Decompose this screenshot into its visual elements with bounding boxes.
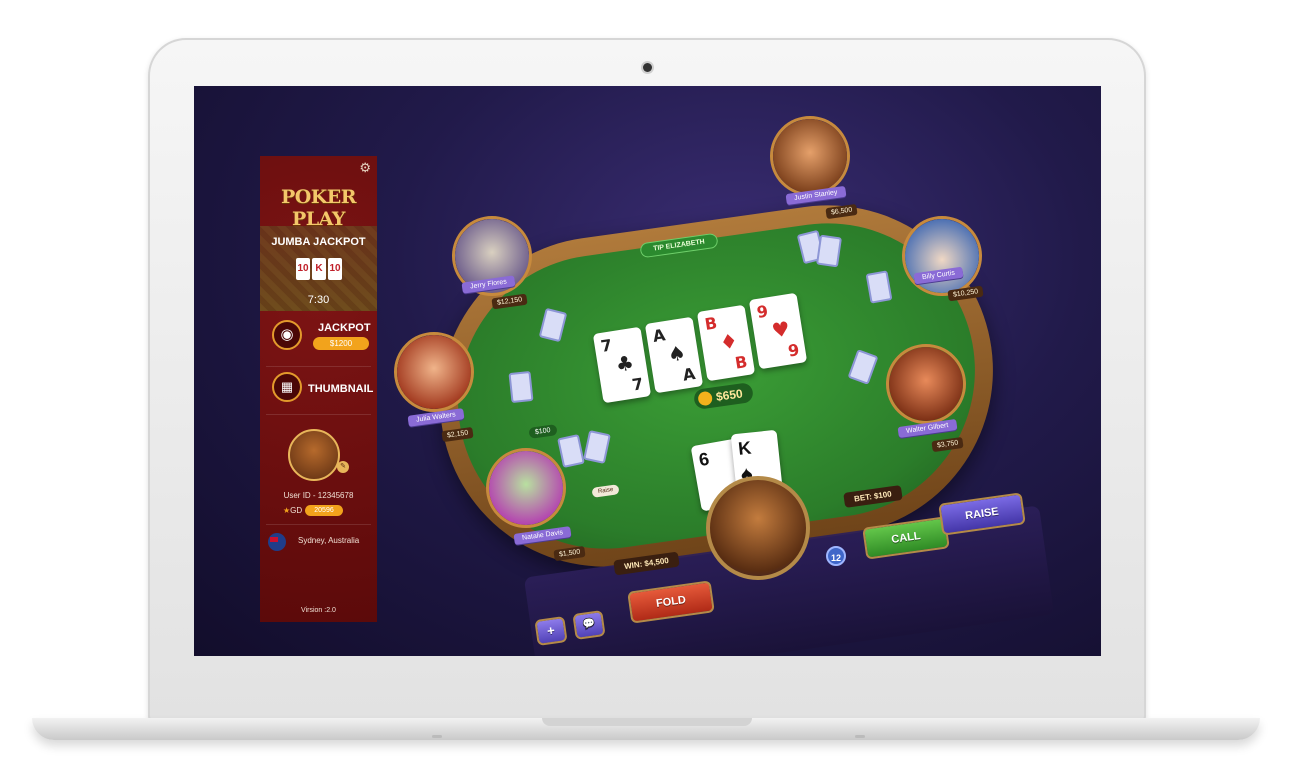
jackpot-label: JACKPOT xyxy=(318,322,371,334)
card-rank: 7 xyxy=(630,374,645,395)
card-rank: A xyxy=(651,325,667,346)
bearded-man-avatar xyxy=(773,119,847,193)
gd-label-text: GD xyxy=(290,506,303,515)
avatar-natalie[interactable] xyxy=(486,448,566,528)
diamond-icon: ♦ xyxy=(718,328,740,355)
gear-icon[interactable]: ⚙ xyxy=(359,160,371,176)
grid-icon[interactable]: ▦ xyxy=(272,372,302,402)
level-badge: 12 xyxy=(826,546,846,566)
avatar-justin[interactable] xyxy=(770,116,850,196)
avatar[interactable] xyxy=(288,429,340,481)
user-id: User ID - 12345678 xyxy=(283,491,354,500)
laptop-foot-right xyxy=(855,735,865,738)
divider xyxy=(266,366,371,367)
heart-icon: ♥ xyxy=(770,316,792,343)
card-rank: K xyxy=(737,437,753,459)
australia-flag-icon xyxy=(268,533,286,551)
club-icon: ♣ xyxy=(614,350,636,377)
gd-label: ★GD xyxy=(283,506,302,515)
gd-value: 20596 xyxy=(305,505,343,516)
avatar-walter[interactable] xyxy=(886,344,966,424)
hero-avatar[interactable] xyxy=(706,476,810,580)
laptop-notch xyxy=(542,718,752,726)
jumba-jackpot-title: JUMBA JACKPOT xyxy=(271,236,366,248)
avatar-edit-icon[interactable]: ✎ xyxy=(337,461,349,473)
chat-button[interactable]: 💬 xyxy=(572,610,606,640)
divider xyxy=(266,414,371,415)
jackpot-value: $1200 xyxy=(313,337,369,350)
poker-chip-icon[interactable]: ◉ xyxy=(272,320,302,350)
card-back xyxy=(508,370,534,404)
card-rank: A xyxy=(681,364,697,385)
avatar-julia[interactable] xyxy=(394,332,474,412)
card-back xyxy=(816,234,842,268)
jumba-card: 10 xyxy=(328,258,342,280)
webcam-icon xyxy=(643,63,652,72)
dwarf-avatar xyxy=(889,347,963,421)
add-chips-button[interactable]: + xyxy=(534,616,568,646)
sidebar: ⚙ POKER PLAY JUMBA JACKPOT 10 K 10 7:30 ◉ … xyxy=(260,156,377,622)
jumba-card: K xyxy=(312,258,326,280)
thumbnail-label[interactable]: THUMBNAIL xyxy=(308,383,373,395)
redhead-woman-avatar xyxy=(397,335,471,409)
jumba-jackpot-panel[interactable]: JUMBA JACKPOT 10 K 10 7:30 xyxy=(260,226,377,311)
card-rank: B xyxy=(733,352,749,373)
card-rank: 7 xyxy=(599,335,614,356)
laptop-foot-left xyxy=(432,735,442,738)
divider xyxy=(266,524,371,525)
jumba-cards: 10 K 10 xyxy=(296,258,344,280)
card-rank: 9 xyxy=(786,340,801,361)
version-text: Virsion :2.0 xyxy=(301,607,336,614)
elf-woman-avatar xyxy=(489,451,563,525)
jumba-card: 10 xyxy=(296,258,310,280)
card-rank: 6 xyxy=(697,448,711,471)
avatar-billy[interactable] xyxy=(902,216,982,296)
app-logo: POKER PLAY xyxy=(280,186,357,230)
spade-icon: ♠ xyxy=(666,340,688,367)
card-rank: B xyxy=(703,313,719,334)
jumba-countdown: 7:30 xyxy=(307,294,330,306)
location-text: Sydney, Australia xyxy=(298,536,360,545)
card-rank: 9 xyxy=(755,301,770,322)
